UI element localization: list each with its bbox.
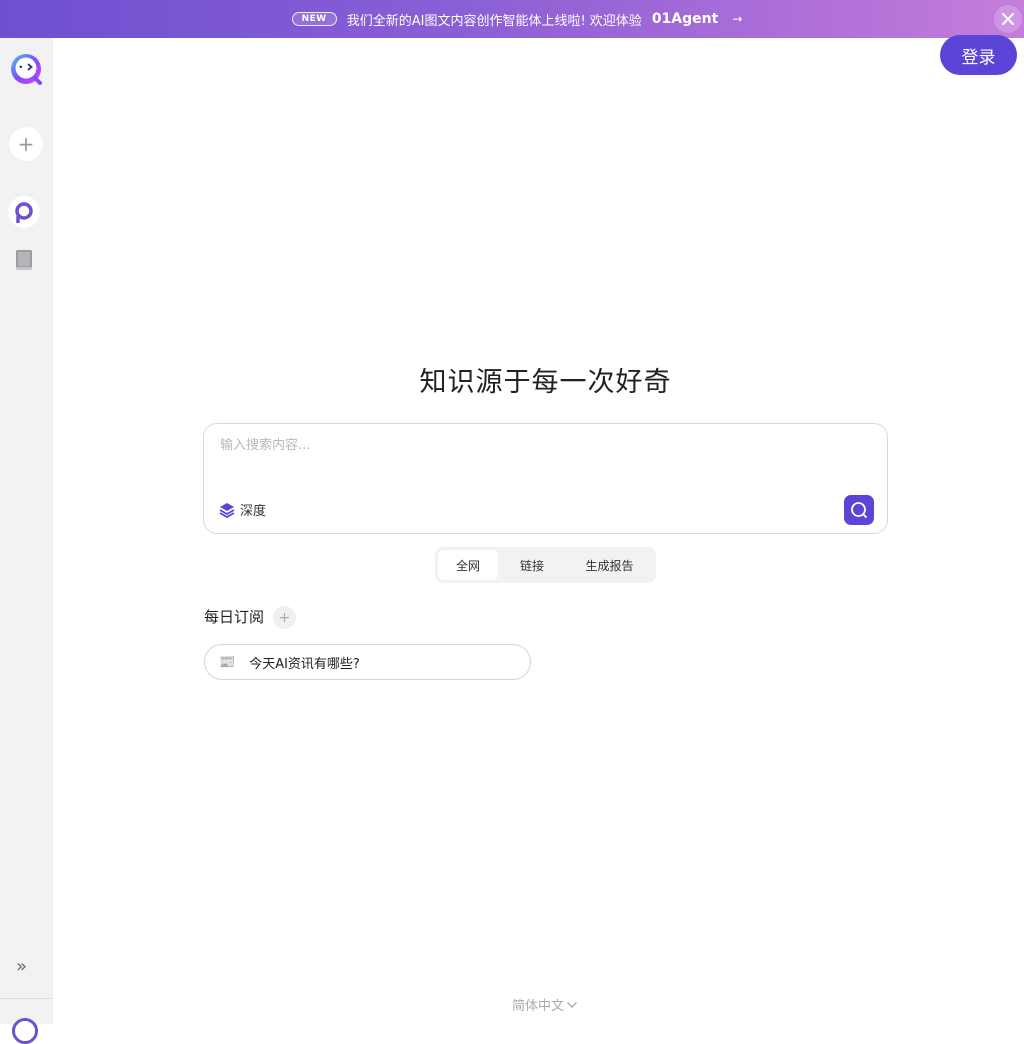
explore-icon [15, 202, 33, 223]
search-button[interactable] [844, 495, 874, 525]
double-chevron-right-icon[interactable]: » [16, 956, 38, 977]
tab-link[interactable]: 链接 [498, 550, 566, 580]
book-icon[interactable] [14, 249, 34, 271]
search-input[interactable] [220, 434, 860, 456]
language-selector[interactable]: 简体中文 [490, 995, 600, 1014]
announcement-banner[interactable]: NEW 我们全新的AI图文内容创作智能体上线啦! 欢迎体验 01Agent → [0, 0, 1024, 38]
sidebar-divider [0, 998, 53, 999]
banner-agent-link[interactable]: 01Agent [652, 11, 719, 27]
explore-button[interactable] [8, 196, 40, 228]
avatar[interactable] [12, 1018, 38, 1044]
sidebar: + » [0, 38, 53, 1044]
search-icon [851, 502, 867, 518]
plus-icon: + [17, 132, 35, 156]
tab-web[interactable]: 全网 [438, 550, 498, 580]
arrow-right-icon: → [732, 12, 743, 26]
layers-icon [219, 502, 235, 518]
newspaper-icon: 📰 [219, 654, 236, 670]
new-badge: NEW [291, 12, 337, 26]
banner-text[interactable]: 我们全新的AI图文内容创作智能体上线啦! 欢迎体验 [347, 10, 642, 29]
search-box[interactable]: 深度 [203, 423, 888, 534]
depth-toggle[interactable]: 深度 [218, 500, 266, 519]
close-icon[interactable] [994, 5, 1022, 33]
page-title: 知识源于每一次好奇 [419, 367, 672, 398]
depth-label: 深度 [240, 504, 267, 519]
search-scope-tabs: 全网 链接 生成报告 [435, 547, 656, 583]
subscriptions-title: 每日订阅 [204, 608, 265, 626]
new-chat-button[interactable]: + [9, 127, 43, 161]
subscription-item[interactable]: 📰 今天AI资讯有哪些? [204, 644, 531, 680]
subscription-item-label: 今天AI资讯有哪些? [249, 656, 360, 672]
login-button[interactable]: 登录 [940, 35, 1017, 75]
language-label: 简体中文 [511, 999, 564, 1014]
tab-report[interactable]: 生成报告 [566, 550, 653, 580]
add-subscription-button[interactable]: + [273, 606, 296, 629]
bot-logo-icon[interactable] [9, 52, 43, 86]
chevron-down-icon [567, 1001, 577, 1008]
